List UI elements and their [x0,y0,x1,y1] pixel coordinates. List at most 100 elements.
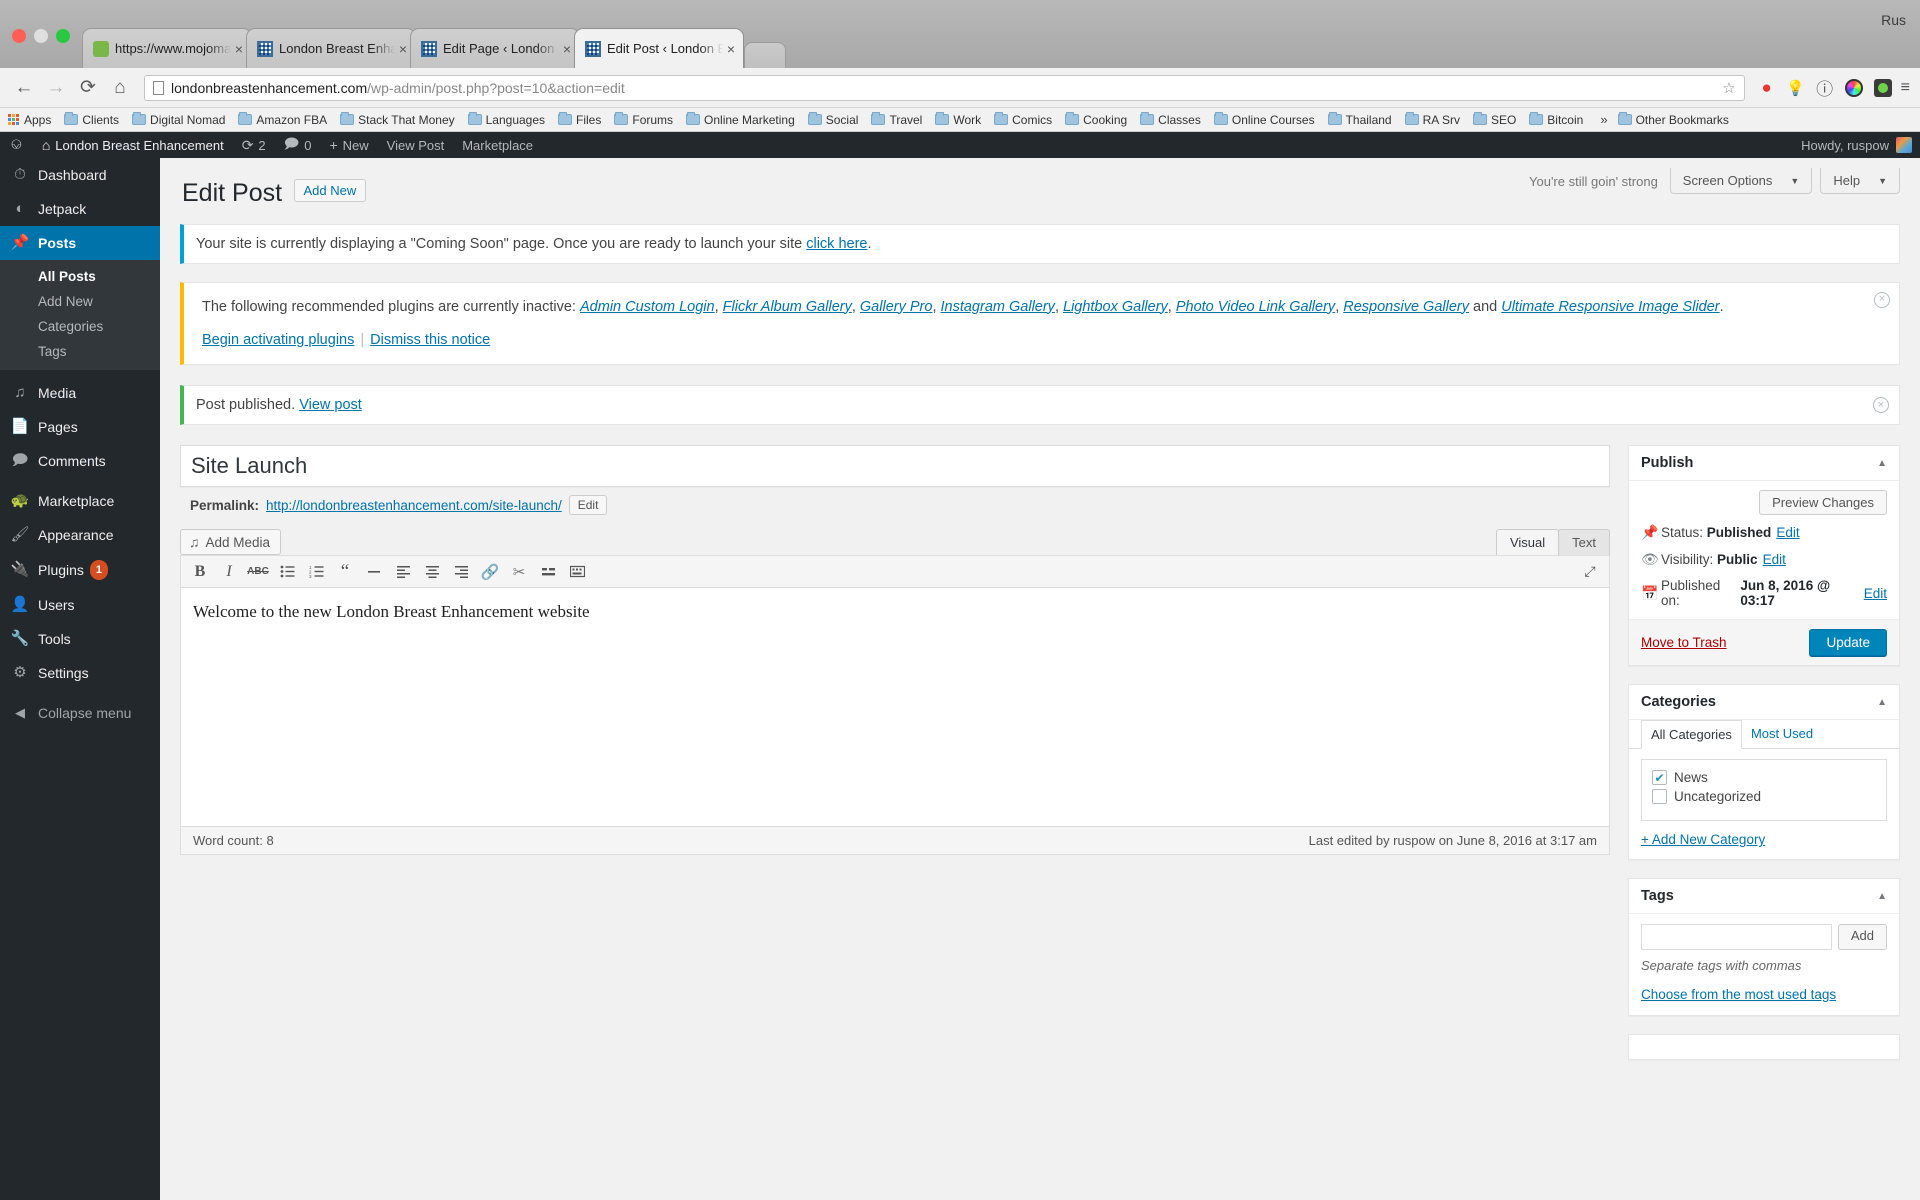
preview-changes-button[interactable]: Preview Changes [1759,490,1887,516]
browser-menu-icon[interactable]: ≡ [1901,79,1910,97]
adminbar-site-name[interactable]: ⌂ London Breast Enhancement [33,132,233,158]
chevron-up-icon[interactable]: ▲ [1877,697,1887,708]
bold-icon[interactable]: B [187,559,213,585]
bookmark-online-courses[interactable]: Online Courses [1213,112,1315,127]
read-more-icon[interactable] [535,559,561,585]
permalink-edit-button[interactable]: Edit [568,495,608,516]
chevron-up-icon[interactable]: ▲ [1877,458,1887,469]
browser-tab-1[interactable]: https://www.mojomarketpla × [82,28,252,68]
numbered-list-icon[interactable]: 123 [303,559,329,585]
sidebar-item-jetpack[interactable]: ◐ Jetpack [0,192,160,226]
browser-tab-3[interactable]: Edit Page ‹ London Breast × [410,28,580,68]
maximize-window-button[interactable] [56,29,70,43]
editor-content[interactable]: Welcome to the new London Breast Enhance… [181,588,1609,826]
lamp-icon[interactable]: 💡 [1783,75,1809,101]
align-center-icon[interactable] [419,559,445,585]
close-icon[interactable]: × [563,42,571,56]
collapse-menu-button[interactable]: ◀ Collapse menu [0,696,160,730]
address-bar[interactable]: londonbreastenhancement.com/wp-admin/pos… [144,74,1745,101]
move-to-trash-link[interactable]: Move to Trash [1641,635,1727,650]
bookmark-ra-srv[interactable]: RA Srv [1404,112,1460,127]
bookmark-social[interactable]: Social [807,112,858,127]
sidebar-item-users[interactable]: 👤 Users [0,588,160,622]
sidebar-item-comments[interactable]: 🗩 Comments [0,444,160,478]
bookmark-thailand[interactable]: Thailand [1327,112,1392,127]
sidebar-item-categories[interactable]: Categories [0,314,160,339]
align-left-icon[interactable] [390,559,416,585]
edit-published-link[interactable]: Edit [1864,586,1887,601]
click-here-link[interactable]: click here [806,236,867,252]
adminbar-account[interactable]: Howdy, ruspow [1801,137,1920,153]
window-controls[interactable] [12,29,70,68]
bookmark-files[interactable]: Files [558,112,601,127]
screen-options-button[interactable]: Screen Options ▼ [1669,168,1813,194]
adminbar-updates[interactable]: ⟳ 2 [233,132,275,158]
adminbar-new[interactable]: + New [320,132,377,158]
plugin-link-last[interactable]: Ultimate Responsive Image Slider [1501,299,1719,315]
plugin-link[interactable]: Responsive Gallery [1343,299,1469,315]
plugin-link[interactable]: Admin Custom Login [580,299,715,315]
adblock-icon[interactable]: ● [1754,75,1780,101]
close-icon[interactable]: × [727,42,735,56]
begin-activating-plugins-link[interactable]: Begin activating plugins [202,332,354,348]
checkbox-checked[interactable]: ✔ [1652,770,1667,786]
unlink-icon[interactable]: ✂ [506,559,532,585]
tab-visual[interactable]: Visual [1495,529,1560,556]
plugin-link[interactable]: Instagram Gallery [941,299,1055,315]
sidebar-item-marketplace[interactable]: 🐢 Marketplace [0,484,160,518]
bookmark-digital-nomad[interactable]: Digital Nomad [132,112,225,127]
bullet-list-icon[interactable] [274,559,300,585]
bookmarks-overflow-icon[interactable]: » [1600,112,1607,127]
strikethrough-icon[interactable]: ABC [245,559,271,585]
plugin-link[interactable]: Photo Video Link Gallery [1176,299,1335,315]
add-new-button[interactable]: Add New [293,179,367,202]
post-title-input[interactable] [181,446,1609,487]
fullscreen-icon[interactable]: ⤢ [1577,559,1603,585]
bookmark-online-marketing[interactable]: Online Marketing [686,112,795,127]
tab-text[interactable]: Text [1558,529,1610,556]
edit-status-link[interactable]: Edit [1776,525,1799,540]
bookmark-amazon-fba[interactable]: Amazon FBA [238,112,327,127]
bookmark-clients[interactable]: Clients [64,112,119,127]
reload-icon[interactable]: ⟳ [74,74,102,102]
new-tab-button[interactable] [744,42,786,68]
bookmark-seo[interactable]: SEO [1472,112,1516,127]
add-media-button[interactable]: ♫ Add Media [180,529,282,556]
insert-link-icon[interactable]: 🔗 [477,559,503,585]
bookmark-languages[interactable]: Languages [467,112,545,127]
bookmark-travel[interactable]: Travel [871,112,922,127]
sidebar-item-tools[interactable]: 🔧 Tools [0,622,160,656]
info-icon[interactable]: ⓘ [1812,75,1838,101]
bookmark-apps[interactable]: Apps [8,113,51,127]
back-icon[interactable]: ← [10,74,38,102]
view-post-link[interactable]: View post [299,397,362,413]
plugin-link[interactable]: Lightbox Gallery [1063,299,1168,315]
bookmark-cooking[interactable]: Cooking [1065,112,1127,127]
bookmark-star-icon[interactable]: ☆ [1722,79,1735,97]
home-icon[interactable]: ⌂ [106,74,134,102]
plugin-link[interactable]: Gallery Pro [860,299,933,315]
adminbar-marketplace[interactable]: Marketplace [453,132,542,158]
sidebar-item-settings[interactable]: ⚙ Settings [0,656,160,690]
help-button[interactable]: Help ▼ [1820,168,1900,194]
bookmark-work[interactable]: Work [935,112,981,127]
checkbox-unchecked[interactable] [1652,789,1667,805]
dismiss-notice-link[interactable]: Dismiss this notice [370,332,490,348]
sidebar-item-posts[interactable]: 📌 Posts [0,226,160,260]
sidebar-item-add-new[interactable]: Add New [0,289,160,314]
close-icon[interactable]: × [1874,291,1890,308]
sidebar-item-appearance[interactable]: 🖌 Appearance [0,518,160,552]
align-right-icon[interactable] [448,559,474,585]
close-window-button[interactable] [12,29,26,43]
sidebar-item-dashboard[interactable]: ⏱ Dashboard [0,158,160,192]
sidebar-item-tags[interactable]: Tags [0,339,160,364]
adminbar-view-post[interactable]: View Post [378,132,454,158]
forward-icon[interactable]: → [42,74,70,102]
green-dot-icon[interactable] [1870,75,1896,101]
italic-icon[interactable]: I [216,559,242,585]
toolbar-toggle-icon[interactable] [564,559,590,585]
category-item-news[interactable]: ✔ News [1652,768,1876,787]
bookmark-stack-that-money[interactable]: Stack That Money [340,112,455,127]
tab-all-categories[interactable]: All Categories [1641,720,1742,750]
tab-most-used[interactable]: Most Used [1742,720,1822,748]
